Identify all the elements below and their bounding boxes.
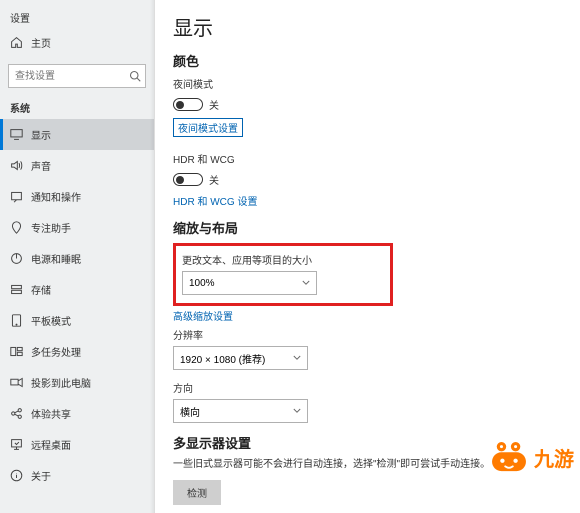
search-box[interactable] (8, 64, 146, 88)
chevron-down-icon (293, 354, 301, 362)
scale-highlight-box: 更改文本、应用等项目的大小 100% (173, 243, 393, 306)
resolution-dropdown[interactable]: 1920 × 1080 (推荐) (173, 346, 308, 370)
orientation-value: 横向 (180, 404, 200, 419)
display-icon (10, 128, 23, 141)
chevron-down-icon (302, 279, 310, 287)
about-icon (10, 469, 23, 482)
resolution-value: 1920 × 1080 (推荐) (180, 351, 265, 366)
notification-icon (10, 190, 23, 203)
sidebar-item-label: 体验共享 (31, 406, 71, 421)
sidebar-item-share[interactable]: 体验共享 (0, 398, 154, 429)
storage-icon (10, 283, 23, 296)
hdr-toggle[interactable] (173, 173, 203, 186)
tablet-icon (10, 314, 23, 327)
resolution-label: 分辨率 (173, 327, 562, 342)
sidebar-section-label: 系统 (0, 94, 154, 119)
watermark-text: 九游 (534, 443, 574, 472)
sidebar-item-label: 远程桌面 (31, 437, 71, 452)
search-input[interactable] (8, 64, 146, 88)
sidebar-item-sound[interactable]: 声音 (0, 150, 154, 181)
sidebar-item-notifications[interactable]: 通知和操作 (0, 181, 154, 212)
night-mode-toggle[interactable] (173, 98, 203, 111)
chevron-down-icon (293, 407, 301, 415)
share-icon (10, 407, 23, 420)
sidebar-item-remote[interactable]: 远程桌面 (0, 429, 154, 460)
sidebar-item-label: 电源和睡眠 (31, 251, 81, 266)
watermark-logo: 九游 (490, 441, 574, 473)
orientation-dropdown[interactable]: 横向 (173, 399, 308, 423)
nine-game-icon (490, 441, 528, 473)
project-icon (10, 376, 23, 389)
sidebar-item-display[interactable]: 显示 (0, 119, 154, 150)
sidebar-item-label: 平板模式 (31, 313, 71, 328)
sidebar-item-project[interactable]: 投影到此电脑 (0, 367, 154, 398)
focus-icon (10, 221, 23, 234)
search-icon (129, 70, 141, 82)
sidebar-item-power[interactable]: 电源和睡眠 (0, 243, 154, 274)
sidebar-item-about[interactable]: 关于 (0, 460, 154, 491)
advanced-scaling-link[interactable]: 高级缩放设置 (173, 308, 562, 323)
home-icon (10, 36, 23, 49)
sidebar-item-label: 专注助手 (31, 220, 71, 235)
sidebar-item-label: 声音 (31, 158, 51, 173)
orientation-label: 方向 (173, 380, 562, 395)
page-title: 显示 (173, 12, 562, 41)
detect-button[interactable]: 检测 (173, 480, 221, 505)
window-title: 设置 (0, 6, 154, 27)
scale-value: 100% (189, 278, 215, 289)
sidebar-item-label: 显示 (31, 127, 51, 142)
section-color: 颜色 (173, 51, 562, 70)
sidebar-item-label: 多任务处理 (31, 344, 81, 359)
night-mode-state: 关 (209, 97, 219, 112)
sidebar-item-label: 存储 (31, 282, 51, 297)
multitask-icon (10, 345, 23, 358)
power-icon (10, 252, 23, 265)
hdr-state: 关 (209, 172, 219, 187)
sidebar-item-label: 关于 (31, 468, 51, 483)
night-mode-label: 夜间模式 (173, 76, 562, 91)
scale-dropdown[interactable]: 100% (182, 271, 317, 295)
scale-label: 更改文本、应用等项目的大小 (182, 252, 384, 267)
sidebar-home[interactable]: 主页 (0, 27, 154, 58)
sound-icon (10, 159, 23, 172)
sidebar-item-multitask[interactable]: 多任务处理 (0, 336, 154, 367)
sidebar-item-storage[interactable]: 存储 (0, 274, 154, 305)
hdr-label: HDR 和 WCG (173, 151, 562, 166)
sidebar-item-focus[interactable]: 专注助手 (0, 212, 154, 243)
night-mode-settings-link[interactable]: 夜间模式设置 (173, 118, 243, 137)
sidebar-home-label: 主页 (31, 35, 51, 50)
section-scaling: 缩放与布局 (173, 218, 562, 237)
sidebar-item-label: 通知和操作 (31, 189, 81, 204)
sidebar-item-label: 投影到此电脑 (31, 375, 91, 390)
sidebar-item-tablet[interactable]: 平板模式 (0, 305, 154, 336)
remote-icon (10, 438, 23, 451)
sidebar: 设置 主页 系统 显示 声音 通知和操作 专注助手 (0, 0, 155, 513)
main-content: 显示 颜色 夜间模式 关 夜间模式设置 HDR 和 WCG 关 HDR 和 WC… (155, 0, 580, 513)
hdr-settings-link[interactable]: HDR 和 WCG 设置 (173, 193, 562, 208)
